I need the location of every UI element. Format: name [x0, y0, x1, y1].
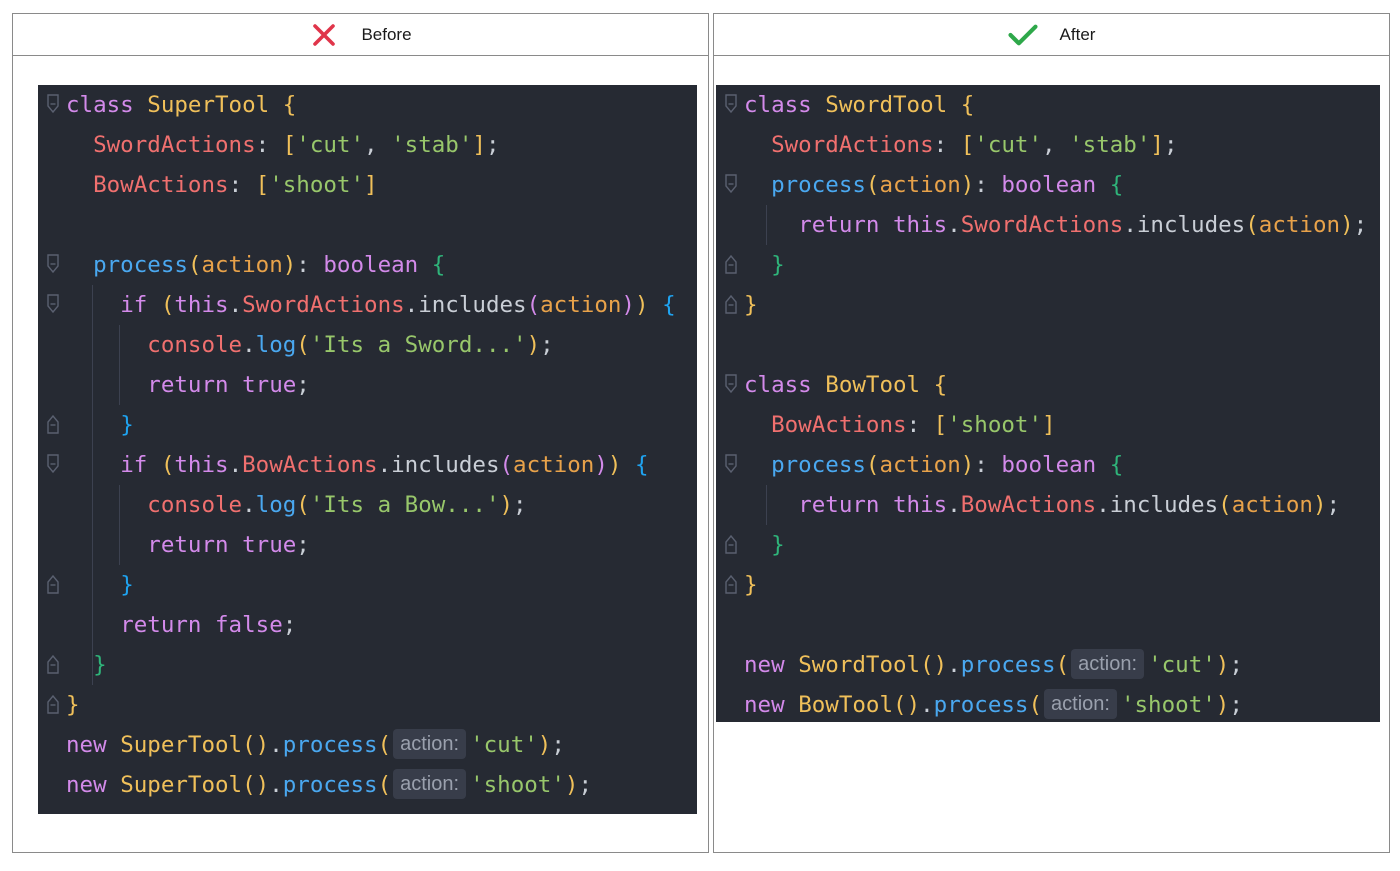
code-line: process(action): boolean {: [38, 245, 697, 285]
code-line: class SuperTool {: [38, 85, 697, 125]
after-title: After: [1059, 24, 1096, 44]
code-text: class SuperTool {: [66, 92, 297, 118]
fold-close-icon[interactable]: [46, 574, 60, 594]
code-line: if (this.BowActions.includes(action)) {: [38, 445, 697, 485]
code-line: }: [716, 245, 1380, 285]
after-header: After: [714, 14, 1389, 56]
code-line: return true;: [38, 525, 697, 565]
code-text: }: [744, 572, 758, 598]
code-line: class SwordTool {: [716, 85, 1380, 125]
fold-close-icon[interactable]: [46, 694, 60, 714]
code-line: BowActions: ['shoot']: [38, 165, 697, 205]
fold-open-icon[interactable]: [724, 174, 738, 194]
code-line: new SwordTool().process(action:'cut');: [716, 645, 1380, 685]
fold-open-icon[interactable]: [46, 454, 60, 474]
indent-guide: [766, 205, 767, 245]
code-line: }: [716, 525, 1380, 565]
code-text: }: [744, 292, 758, 318]
before-title: Before: [361, 24, 412, 44]
code-line: }: [38, 565, 697, 605]
indent-guide: [119, 325, 120, 405]
fold-close-icon[interactable]: [46, 414, 60, 434]
indent-guide: [766, 485, 767, 525]
code-line: return false;: [38, 605, 697, 645]
before-code-editor: class SuperTool { SwordActions: ['cut', …: [38, 85, 697, 814]
code-line: new SuperTool().process(action:'shoot');: [38, 765, 697, 805]
code-line: process(action): boolean {: [716, 165, 1380, 205]
code-line: }: [716, 565, 1380, 605]
code-text: return this.BowActions.includes(action);: [798, 492, 1341, 518]
fold-open-icon[interactable]: [46, 294, 60, 314]
indent-guide: [92, 285, 93, 685]
fold-close-icon[interactable]: [46, 654, 60, 674]
cross-icon: [309, 20, 339, 50]
code-text: BowActions: ['shoot']: [93, 172, 378, 198]
fold-close-icon[interactable]: [724, 254, 738, 274]
code-line: }: [38, 405, 697, 445]
fold-open-icon[interactable]: [46, 254, 60, 274]
code-text: class BowTool {: [744, 372, 948, 398]
before-panel: Before class SuperTool { SwordActions: […: [12, 13, 709, 853]
code-text: }: [771, 532, 785, 558]
fold-open-icon[interactable]: [724, 94, 738, 114]
code-text: return true;: [147, 372, 310, 398]
code-text: new SwordTool().process(action:'cut');: [744, 645, 1243, 685]
code-text: }: [120, 412, 134, 438]
code-line: SwordActions: ['cut', 'stab'];: [38, 125, 697, 165]
fold-open-icon[interactable]: [46, 94, 60, 114]
code-text: return false;: [120, 612, 297, 638]
code-text: new SuperTool().process(action:'cut');: [66, 725, 565, 765]
code-text: return true;: [147, 532, 310, 558]
code-text: }: [120, 572, 134, 598]
code-line: console.log('Its a Sword...');: [38, 325, 697, 365]
code-text: process(action): boolean {: [93, 252, 446, 278]
code-text: SwordActions: ['cut', 'stab'];: [93, 132, 500, 158]
code-text: console.log('Its a Bow...');: [147, 492, 527, 518]
code-text: }: [93, 652, 107, 678]
code-text: process(action): boolean {: [771, 172, 1124, 198]
code-line: console.log('Its a Bow...');: [38, 485, 697, 525]
code-text: new SuperTool().process(action:'shoot');: [66, 765, 592, 805]
code-line: }: [716, 285, 1380, 325]
code-line: process(action): boolean {: [716, 445, 1380, 485]
code-text: SwordActions: ['cut', 'stab'];: [771, 132, 1178, 158]
fold-close-icon[interactable]: [724, 294, 738, 314]
fold-open-icon[interactable]: [724, 374, 738, 394]
code-line: return this.SwordActions.includes(action…: [716, 205, 1380, 245]
indent-guide: [119, 485, 120, 565]
code-line: SwordActions: ['cut', 'stab'];: [716, 125, 1380, 165]
code-text: }: [771, 252, 785, 278]
code-line: new BowTool().process(action:'shoot');: [716, 685, 1380, 725]
fold-close-icon[interactable]: [724, 574, 738, 594]
code-text: return this.SwordActions.includes(action…: [798, 212, 1368, 238]
code-text: class SwordTool {: [744, 92, 975, 118]
code-text: console.log('Its a Sword...');: [147, 332, 554, 358]
code-text: if (this.BowActions.includes(action)) {: [120, 452, 649, 478]
code-line: }: [38, 645, 697, 685]
code-text: new BowTool().process(action:'shoot');: [744, 685, 1243, 725]
code-line: return this.BowActions.includes(action);: [716, 485, 1380, 525]
code-line: BowActions: ['shoot']: [716, 405, 1380, 445]
code-line: new SuperTool().process(action:'cut');: [38, 725, 697, 765]
code-line: }: [38, 685, 697, 725]
code-line: return true;: [38, 365, 697, 405]
code-text: }: [66, 692, 80, 718]
fold-open-icon[interactable]: [724, 454, 738, 474]
fold-close-icon[interactable]: [724, 534, 738, 554]
after-code-editor: class SwordTool { SwordActions: ['cut', …: [716, 85, 1380, 722]
code-line: if (this.SwordActions.includes(action)) …: [38, 285, 697, 325]
code-text: BowActions: ['shoot']: [771, 412, 1056, 438]
after-panel: After class SwordTool { SwordActions: ['…: [713, 13, 1390, 853]
code-line: class BowTool {: [716, 365, 1380, 405]
code-text: if (this.SwordActions.includes(action)) …: [120, 292, 676, 318]
before-header: Before: [13, 14, 708, 56]
check-icon: [1007, 20, 1038, 50]
code-text: process(action): boolean {: [771, 452, 1124, 478]
